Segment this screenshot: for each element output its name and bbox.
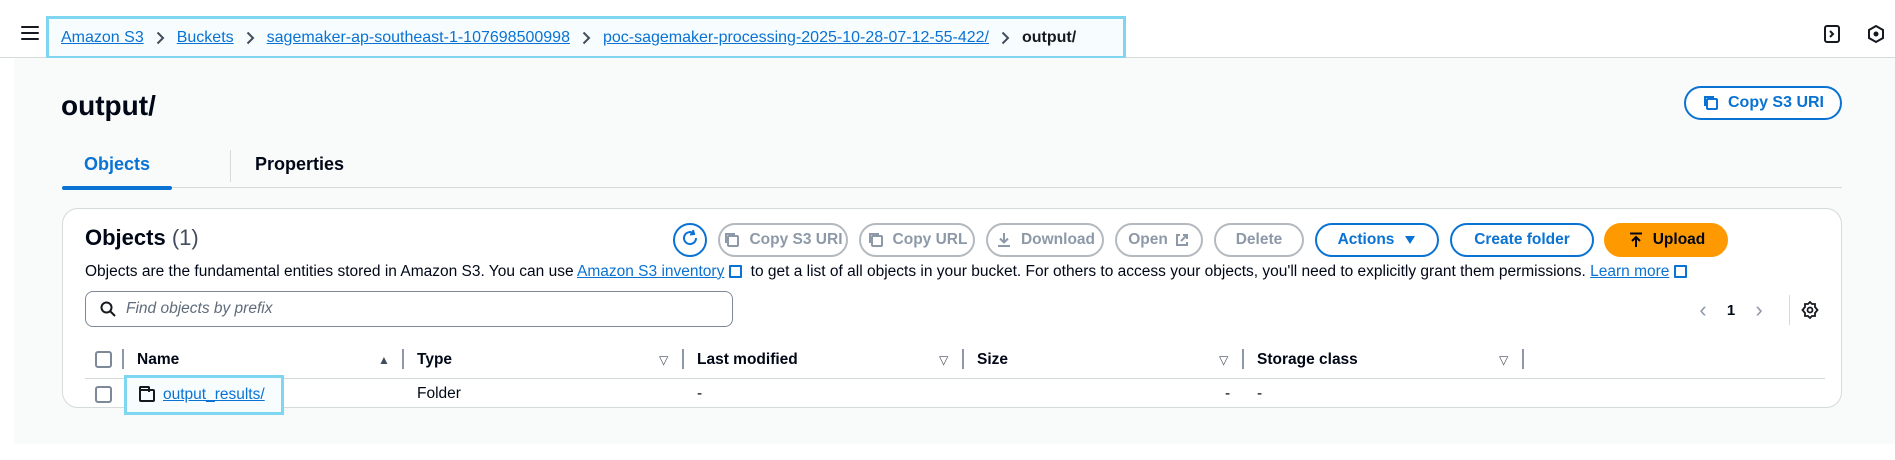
open-label: Open	[1128, 231, 1168, 248]
column-divider	[1242, 349, 1244, 369]
copy-icon	[723, 231, 749, 249]
breadcrumb-item-buckets[interactable]: Buckets	[177, 29, 234, 47]
refresh-button[interactable]	[673, 223, 707, 257]
external-link-icon	[729, 265, 743, 278]
sort-icon[interactable]: ▽	[659, 353, 668, 367]
object-name-link[interactable]: output_results/	[163, 386, 265, 404]
chevron-left-icon[interactable]: ‹	[1691, 297, 1715, 323]
column-divider	[1522, 349, 1524, 369]
column-header-storage-class[interactable]: Storage class	[1257, 351, 1358, 369]
chevron-right-icon	[156, 31, 165, 45]
copy-url-label: Copy URL	[892, 231, 968, 248]
download-icon	[995, 231, 1021, 249]
delete-button[interactable]: Delete	[1214, 223, 1304, 257]
chevron-right-icon	[582, 31, 591, 45]
objects-panel: Objects (1) Copy S3 URI Copy URL Downloa…	[62, 208, 1842, 415]
download-button[interactable]: Download	[986, 223, 1104, 257]
learn-more-link[interactable]: Learn more	[1590, 263, 1669, 280]
sort-icon[interactable]: ▽	[1499, 353, 1508, 367]
sort-icon[interactable]: ▽	[1219, 353, 1228, 367]
folder-icon	[139, 385, 155, 402]
refresh-icon	[680, 228, 700, 253]
external-link-icon	[1168, 232, 1190, 248]
column-divider	[402, 349, 404, 369]
s3-inventory-link[interactable]: Amazon S3 inventory	[577, 263, 724, 280]
object-last-modified: -	[697, 385, 703, 402]
menu-icon[interactable]	[21, 26, 39, 40]
column-header-size[interactable]: Size	[977, 351, 1008, 369]
copy-s3-uri-label: Copy S3 URI	[749, 231, 843, 248]
copy-s3-uri-header-label: Copy S3 URI	[1727, 94, 1824, 111]
objects-count: (1)	[171, 225, 199, 250]
open-button[interactable]: Open	[1115, 223, 1203, 257]
download-label: Download	[1020, 231, 1096, 248]
chevron-right-icon	[246, 31, 255, 45]
actions-label: Actions	[1337, 231, 1395, 248]
object-size: -	[1225, 385, 1231, 402]
objects-title: Objects	[85, 225, 166, 250]
object-storage-class: -	[1257, 385, 1263, 402]
hexagon-icon[interactable]	[1866, 24, 1886, 44]
copy-url-button[interactable]: Copy URL	[859, 223, 975, 257]
row-checkbox[interactable]	[95, 386, 112, 403]
tabs: Objects Properties	[61, 148, 1842, 190]
column-header-name[interactable]: Name	[137, 351, 179, 369]
table-header: Name ▲ Type ▽ Last modified ▽ Size ▽ Sto…	[85, 341, 1825, 379]
column-header-last-modified[interactable]: Last modified	[697, 351, 798, 369]
chevron-right-icon	[1001, 31, 1010, 45]
actions-button[interactable]: Actions	[1315, 223, 1439, 257]
name-cell: output_results/	[124, 375, 284, 415]
column-divider	[122, 349, 124, 369]
desc-text-middle: to get a list of all objects in your buc…	[746, 263, 1591, 280]
search-box	[85, 291, 733, 327]
breadcrumb: Amazon S3 Buckets sagemaker-ap-southeast…	[46, 16, 1126, 59]
tab-divider	[230, 150, 231, 182]
breadcrumb-item-amazon-s3[interactable]: Amazon S3	[61, 29, 144, 47]
objects-panel-title: Objects (1)	[85, 225, 199, 251]
upload-label: Upload	[1652, 231, 1706, 248]
objects-description: Objects are the fundamental entities sto…	[85, 263, 1691, 281]
search-input[interactable]	[126, 300, 716, 318]
sort-icon[interactable]: ▽	[939, 353, 948, 367]
tab-objects[interactable]: Objects	[61, 148, 173, 190]
page-number[interactable]: 1	[1715, 302, 1747, 319]
select-all-checkbox[interactable]	[95, 351, 112, 368]
page-title: output/	[61, 90, 156, 121]
external-link-icon	[1674, 265, 1688, 278]
object-type: Folder	[417, 385, 461, 402]
breadcrumb-current: output/	[1021, 28, 1077, 46]
upload-icon	[1627, 231, 1653, 249]
top-bar: Amazon S3 Buckets sagemaker-ap-southeast…	[0, 0, 1895, 59]
panel-toggle-icon[interactable]	[1822, 24, 1842, 44]
column-divider	[962, 349, 964, 369]
breadcrumb-item-bucket[interactable]: sagemaker-ap-southeast-1-107698500998	[267, 29, 570, 47]
tab-properties[interactable]: Properties	[255, 148, 344, 188]
create-folder-button[interactable]: Create folder	[1450, 223, 1594, 257]
upload-button[interactable]: Upload	[1604, 223, 1728, 257]
chevron-right-icon[interactable]: ›	[1747, 297, 1771, 323]
desc-text-before: Objects are the fundamental entities sto…	[85, 263, 578, 280]
caret-down-icon	[1394, 235, 1416, 245]
table-row: output_results/ Folder - - -	[85, 375, 1825, 415]
settings-icon[interactable]	[1789, 295, 1819, 325]
pagination: ‹ 1 ›	[1691, 295, 1819, 325]
breadcrumb-item-processing-folder[interactable]: poc-sagemaker-processing-2025-10-28-07-1…	[603, 29, 989, 47]
sort-ascending-icon[interactable]: ▲	[378, 353, 390, 367]
create-folder-label: Create folder	[1474, 231, 1570, 248]
column-header-type[interactable]: Type	[417, 351, 452, 369]
delete-label: Delete	[1235, 231, 1283, 248]
column-divider	[682, 349, 684, 369]
copy-icon	[1702, 94, 1728, 112]
copy-s3-uri-header-button[interactable]: Copy S3 URI	[1684, 86, 1842, 120]
search-icon	[100, 301, 116, 317]
copy-icon	[867, 231, 893, 249]
copy-s3-uri-button[interactable]: Copy S3 URI	[718, 223, 848, 257]
